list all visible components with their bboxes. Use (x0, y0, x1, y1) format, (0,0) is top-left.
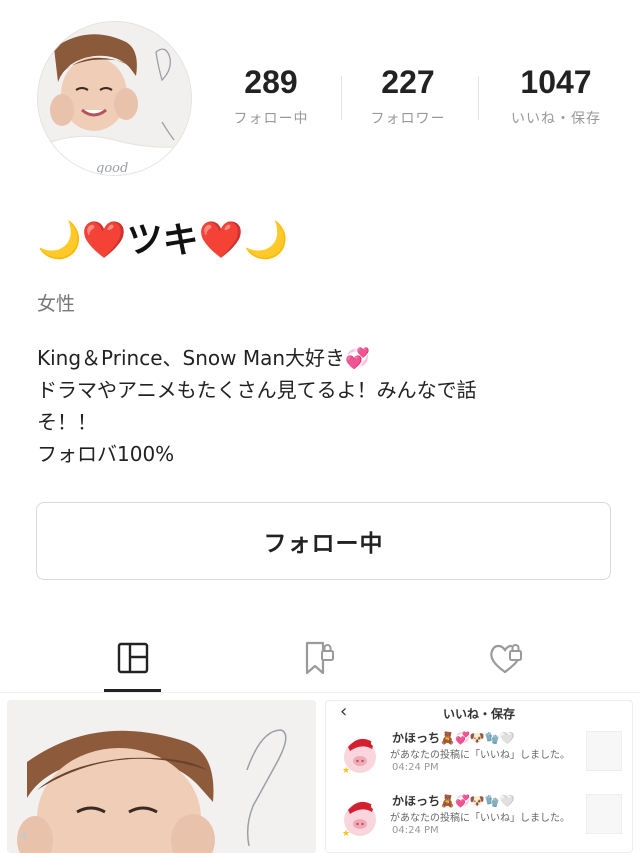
profile-avatar[interactable]: good (37, 21, 192, 176)
following-label: フォロー中 (233, 111, 309, 127)
svg-text:★: ★ (342, 829, 350, 838)
notification-message: があなたの投稿に「いいね」しました。 (390, 813, 570, 824)
following-button[interactable]: フォロー中 (36, 502, 611, 580)
notification-message: があなたの投稿に「いいね」しました。 (390, 750, 570, 761)
notification-item: ★ かほっち🧸💞🐶🧤🤍 があなたの投稿に「いいね」しました。 04:24 PM (334, 792, 624, 850)
screenshot-title: いいね・保存 (442, 707, 515, 721)
pig-avatar-icon: ★ (342, 738, 377, 775)
bio-line: フォロバ100% (37, 442, 175, 466)
post-thumbnail[interactable]: ‹ いいね・保存 ★ かほっち🧸💞🐶🧤🤍 があなたの投稿に「いいね」しました。 … (325, 700, 633, 853)
profile-bio: King＆Prince、Snow Man大好き💞 ドラマやアニメもたくさん見てる… (37, 342, 607, 470)
stat-divider (478, 76, 479, 120)
likes-label: いいね・保存 (511, 111, 601, 127)
post-photo (7, 700, 316, 853)
notification-thumbnail (586, 731, 622, 771)
notification-item: ★ かほっち🧸💞🐶🧤🤍 があなたの投稿に「いいね」しました。 04:24 PM (334, 729, 624, 787)
heart-lock-icon (490, 644, 522, 674)
notification-name: かほっち🧸💞🐶🧤🤍 (392, 794, 515, 808)
post-thumbnail[interactable] (7, 700, 316, 853)
stat-following[interactable]: 289 フォロー中 (201, 58, 341, 128)
notification-name: かほっち🧸💞🐶🧤🤍 (392, 731, 515, 745)
gender-label: 女性 (37, 293, 76, 315)
following-count: 289 (244, 64, 298, 100)
stat-likes[interactable]: 1047 いいね・保存 (486, 58, 626, 128)
bookmark-lock-icon (305, 641, 334, 675)
tab-divider (0, 692, 640, 693)
tab-liked[interactable] (476, 628, 536, 688)
pig-avatar-icon: ★ (342, 801, 377, 838)
likes-count: 1047 (520, 64, 592, 100)
tab-saved[interactable] (288, 628, 348, 688)
stat-followers[interactable]: 227 フォロワー (338, 58, 478, 128)
notification-thumbnail (586, 794, 622, 834)
bio-line: ドラマやアニメもたくさん見てるよ！みんなで話 (37, 378, 477, 402)
bio-line: King＆Prince、Snow Man大好き💞 (37, 346, 370, 370)
avatar-good-text: good (96, 161, 128, 176)
followers-count: 227 (381, 64, 435, 100)
display-name: 🌙❤️ツキ❤️🌙 (37, 220, 289, 261)
followers-label: フォロワー (370, 111, 446, 127)
notification-time: 04:24 PM (392, 762, 439, 773)
grid-icon (117, 642, 149, 674)
svg-text:★: ★ (342, 766, 350, 775)
bio-line: そ！！ (37, 410, 97, 434)
avatar-photo: good (38, 22, 191, 176)
notification-time: 04:24 PM (392, 825, 439, 836)
tab-posts[interactable] (103, 628, 163, 688)
